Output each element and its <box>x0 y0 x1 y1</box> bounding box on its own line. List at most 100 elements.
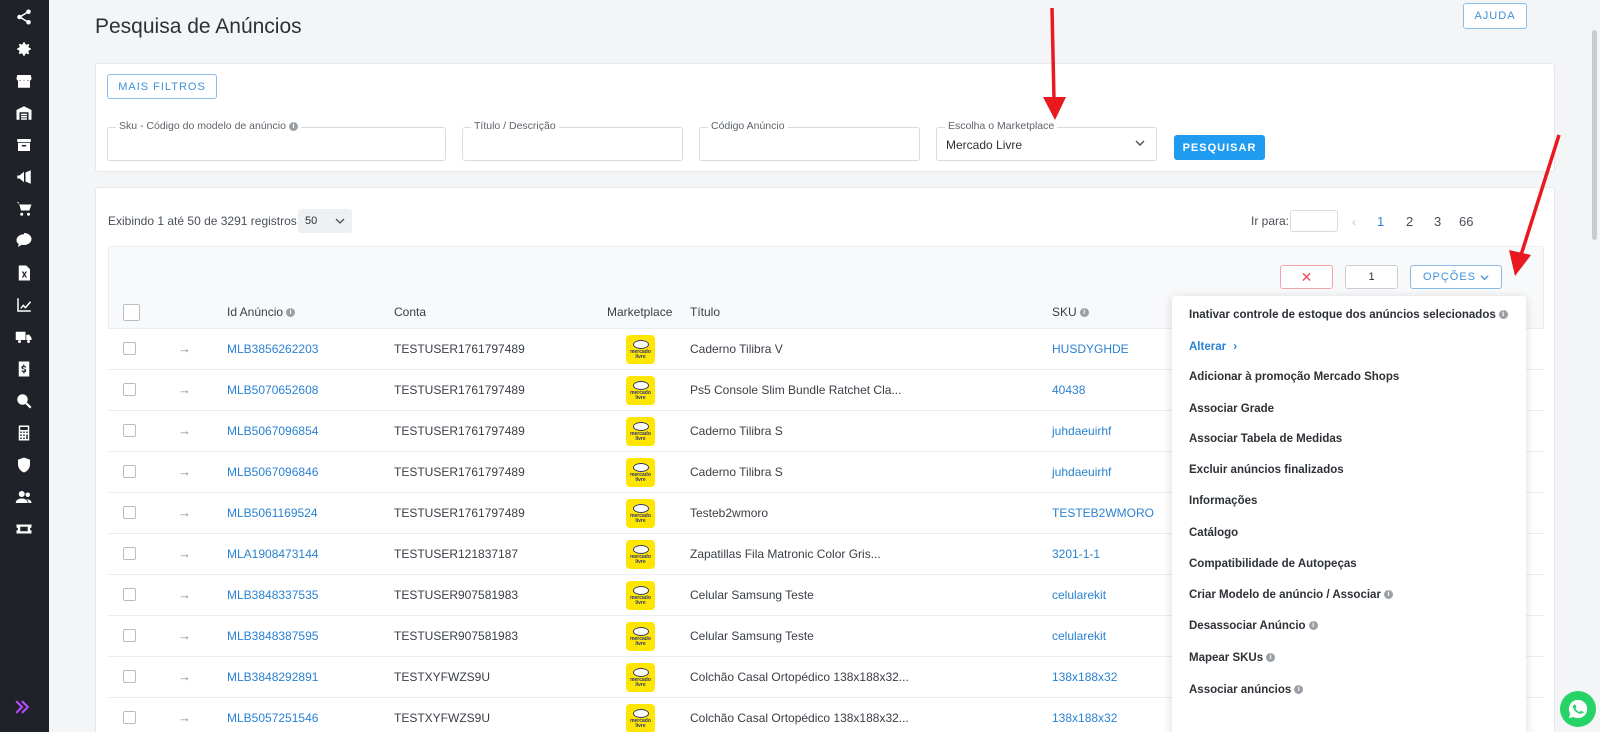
shield-icon[interactable] <box>13 454 35 476</box>
arrow-right-icon[interactable]: → <box>178 710 191 725</box>
menu-item-mercado-shops[interactable]: Adicionar à promoção Mercado Shops <box>1189 371 1399 383</box>
arrow-right-icon[interactable]: → <box>178 382 191 397</box>
more-filters-button[interactable]: MAIS FILTROS <box>107 74 217 99</box>
calculator-icon[interactable] <box>13 422 35 444</box>
ad-id-link[interactable]: MLB5057251546 <box>227 711 318 725</box>
truck-icon[interactable] <box>13 326 35 348</box>
sku-link[interactable]: 3201-1-1 <box>1052 547 1100 561</box>
gear-icon[interactable] <box>13 38 35 60</box>
arrow-right-icon[interactable]: → <box>178 423 191 438</box>
ad-id-link[interactable]: MLB5067096854 <box>227 424 318 438</box>
ticket-icon[interactable] <box>13 518 35 540</box>
arrow-right-icon[interactable]: → <box>178 341 191 356</box>
sku-link[interactable]: HUSDYGHDE <box>1052 342 1129 356</box>
menu-item-desassociar[interactable]: Desassociar Anúncio i <box>1189 620 1318 632</box>
menu-item-associar-grade[interactable]: Associar Grade <box>1189 403 1274 415</box>
marketplace-select[interactable]: Escolha o Marketplace Mercado Livre <box>936 120 1157 161</box>
cart-icon[interactable] <box>13 198 35 220</box>
ad-id-link[interactable]: MLB3848387595 <box>227 629 318 643</box>
sku-link[interactable]: TESTEB2WMORO <box>1052 506 1154 520</box>
select-all-checkbox[interactable] <box>123 304 140 321</box>
sku-field[interactable]: Sku - Código do modelo de anúncio i <box>107 120 446 161</box>
archive-icon[interactable] <box>13 134 35 156</box>
double-chevron-right-icon[interactable] <box>12 697 36 721</box>
arrow-right-icon[interactable]: → <box>178 505 191 520</box>
menu-item-alterar[interactable]: Alterar › <box>1189 341 1237 353</box>
arrow-right-icon[interactable]: → <box>178 464 191 479</box>
menu-item-tabela-medidas[interactable]: Associar Tabela de Medidas <box>1189 433 1342 445</box>
search-button[interactable]: PESQUISAR <box>1174 135 1265 160</box>
menu-item-label: Inativar controle de estoque dos anúncio… <box>1189 309 1496 321</box>
header-account: Conta <box>394 305 427 319</box>
sku-link[interactable]: juhdaeuirhf <box>1052 424 1111 438</box>
title-cell: Celular Samsung Teste <box>690 588 814 602</box>
row-checkbox[interactable] <box>123 588 136 601</box>
warehouse-icon[interactable] <box>13 102 35 124</box>
invoice-icon[interactable] <box>13 358 35 380</box>
menu-item-associar-anuncios[interactable]: Associar anúncios i <box>1189 684 1304 696</box>
title-field[interactable]: Título / Descrição <box>462 120 683 161</box>
menu-item-disable-stock[interactable]: Inativar controle de estoque dos anúncio… <box>1189 309 1508 321</box>
info-icon: i <box>1383 590 1393 600</box>
ad-id-link[interactable]: MLB5067096846 <box>227 465 318 479</box>
ad-id-link[interactable]: MLB3848337535 <box>227 588 318 602</box>
page-66[interactable]: 66 <box>1459 214 1473 229</box>
ad-id-link[interactable]: MLA1908473144 <box>227 547 318 561</box>
megaphone-icon[interactable] <box>13 166 35 188</box>
sku-link[interactable]: 138x188x32 <box>1052 711 1117 725</box>
scrollbar[interactable] <box>1592 30 1597 240</box>
share-icon[interactable] <box>13 6 35 28</box>
ad-id-link[interactable]: MLB3848292891 <box>227 670 318 684</box>
arrow-right-icon[interactable]: → <box>178 669 191 684</box>
menu-item-autopecas[interactable]: Compatibilidade de Autopeças <box>1189 558 1357 570</box>
page-2[interactable]: 2 <box>1406 214 1413 229</box>
page-1[interactable]: 1 <box>1377 214 1384 229</box>
per-page-select[interactable]: 50 <box>298 209 352 233</box>
row-checkbox[interactable] <box>123 547 136 560</box>
whatsapp-icon[interactable] <box>1560 691 1596 727</box>
sku-link[interactable]: 40438 <box>1052 383 1085 397</box>
row-checkbox[interactable] <box>123 383 136 396</box>
excel-icon[interactable] <box>13 262 35 284</box>
sku-link[interactable]: juhdaeuirhf <box>1052 465 1111 479</box>
menu-item-criar-modelo[interactable]: Criar Modelo de anúncio / Associar i <box>1189 589 1393 601</box>
arrow-right-icon[interactable]: → <box>178 546 191 561</box>
ad-id-link[interactable]: MLB3856262203 <box>227 342 318 356</box>
handshake-icon <box>632 626 649 636</box>
menu-item-excluir[interactable]: Excluir anúncios finalizados <box>1189 464 1344 476</box>
arrow-right-icon[interactable]: → <box>178 628 191 643</box>
logo-text: mercado livre <box>630 512 651 524</box>
row-checkbox[interactable] <box>123 342 136 355</box>
ad-id-link[interactable]: MLB5070652608 <box>227 383 318 397</box>
sku-link[interactable]: celularekit <box>1052 629 1106 643</box>
search-dollar-icon[interactable] <box>13 390 35 412</box>
row-checkbox[interactable] <box>123 465 136 478</box>
clear-selection-button[interactable]: ✕ <box>1280 265 1333 289</box>
filter-panel: MAIS FILTROS Sku - Código do modelo de a… <box>95 63 1555 172</box>
chart-line-icon[interactable] <box>13 294 35 316</box>
options-button[interactable]: OPÇÕES <box>1410 265 1502 289</box>
title-cell: Colchão Casal Ortopédico 138x188x32... <box>690 670 909 684</box>
menu-item-informacoes[interactable]: Informações <box>1189 495 1257 507</box>
row-checkbox[interactable] <box>123 629 136 642</box>
menu-item-mapear-skus[interactable]: Mapear SKUs i <box>1189 652 1276 664</box>
menu-item-catalogo[interactable]: Catálogo <box>1189 527 1238 539</box>
sku-link[interactable]: celularekit <box>1052 588 1106 602</box>
chat-icon[interactable] <box>13 230 35 252</box>
store-icon[interactable] <box>13 70 35 92</box>
page-3[interactable]: 3 <box>1434 214 1441 229</box>
handshake-icon <box>632 544 649 554</box>
help-button[interactable]: AJUDA <box>1463 3 1527 29</box>
menu-item-label: Alterar <box>1189 341 1227 353</box>
sku-link[interactable]: 138x188x32 <box>1052 670 1117 684</box>
code-field[interactable]: Código Anúncio <box>699 120 920 161</box>
row-checkbox[interactable] <box>123 424 136 437</box>
arrow-right-icon[interactable]: → <box>178 587 191 602</box>
goto-input[interactable] <box>1290 210 1338 232</box>
users-icon[interactable] <box>13 486 35 508</box>
row-checkbox[interactable] <box>123 670 136 683</box>
row-checkbox[interactable] <box>123 506 136 519</box>
row-checkbox[interactable] <box>123 711 136 724</box>
ad-id-link[interactable]: MLB5061169524 <box>227 506 318 520</box>
chevron-left-icon[interactable]: ‹ <box>1352 215 1356 229</box>
